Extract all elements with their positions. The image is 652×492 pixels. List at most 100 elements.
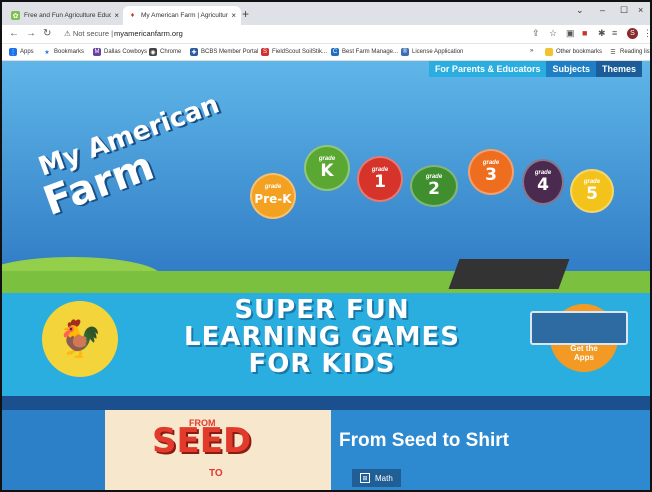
address-bar-row: ← → ↻ ⚠ Not secure | myamericanfarm.org … (2, 25, 650, 44)
reading-mode-icon[interactable]: ≡ (612, 28, 617, 38)
grade-label: K (320, 161, 334, 181)
reload-icon[interactable]: ↻ (43, 28, 51, 39)
tab-free-agriculture[interactable]: ✿ Free and Fun Agriculture Educat × (6, 6, 124, 25)
star-icon: ★ (44, 49, 50, 56)
bookmark-label: BCBS Member Portal (201, 49, 259, 55)
apps-line-2: Apps (574, 353, 594, 362)
tab-close-icon[interactable]: × (231, 11, 236, 20)
other-bookmarks[interactable]: Other bookmarks (545, 48, 602, 56)
maximize-button[interactable]: ☐ (620, 5, 628, 16)
tab-strip: ✿ Free and Fun Agriculture Educat × ♦ My… (2, 2, 650, 25)
bookmark-label: FieldScout SoilStik... (272, 49, 328, 55)
grade-label: Pre-K (254, 192, 292, 206)
browser-window: ✿ Free and Fun Agriculture Educat × ♦ My… (0, 0, 652, 492)
bookmarks-overflow[interactable]: » (530, 48, 533, 54)
apps-line-1: Get the (570, 344, 598, 353)
reading-list-icon: ☰ (610, 49, 616, 56)
art-seed-label: SEED (152, 421, 252, 461)
bfm-icon: C (331, 48, 339, 56)
share-icon[interactable]: ⇪ (532, 28, 540, 39)
tab-title: My American Farm | Agricultural (141, 12, 229, 19)
bookmarks-bar: ⋮ Apps ★ Bookmarks M Dallas Cowboys ◉ Chrome… (2, 44, 650, 61)
promo-line-3: FOR KIDS (248, 349, 396, 379)
security-indicator[interactable]: ⚠ Not secure | (64, 29, 113, 38)
url-field[interactable]: myamericanfarm.org (114, 29, 183, 38)
bookmark-best-farm[interactable]: C Best Farm Manage... (331, 48, 398, 56)
grade-prek-button[interactable]: grade Pre-K (250, 173, 296, 219)
grade-label: 3 (485, 165, 497, 185)
math-subject-tag[interactable]: ⊞ Math (352, 469, 401, 487)
promo-line-1: SUPER FUN (234, 295, 410, 325)
pdf-extension-icon[interactable]: ■ (582, 28, 587, 38)
grade-label: 4 (537, 175, 549, 195)
grade-2-button[interactable]: grade 2 (410, 165, 458, 207)
subject-label: Math (375, 473, 393, 483)
bookmark-apps[interactable]: ⋮ Apps (9, 48, 34, 56)
bookmark-label: Bookmarks (54, 49, 85, 55)
bookmark-label: Chrome (160, 49, 182, 55)
chrome-icon: ◉ (149, 48, 157, 56)
app-screenshots-image (530, 311, 628, 345)
folder-icon (545, 48, 553, 56)
tab-close-icon[interactable]: × (114, 11, 119, 20)
calculator-icon: ⊞ (360, 473, 370, 483)
site-nav: For Parents & Educators Subjects Themes (428, 61, 642, 77)
reading-list[interactable]: ☰ Reading list (609, 48, 652, 56)
extension-icon[interactable]: ▣ (566, 28, 575, 39)
bookmark-chrome[interactable]: ◉ Chrome (149, 48, 181, 56)
tab-my-american-farm[interactable]: ♦ My American Farm | Agricultural × (123, 6, 241, 25)
tab-search-icon[interactable]: ⌄ (576, 5, 584, 16)
bookmark-bookmarks[interactable]: ★ Bookmarks (43, 48, 84, 56)
leaf-icon: ✿ (11, 11, 20, 20)
barn-roof (448, 259, 570, 289)
grade-3-button[interactable]: grade 3 (468, 149, 514, 195)
bookmark-fieldscout[interactable]: S FieldScout SoilStik... (261, 48, 327, 56)
bookmark-label: Other bookmarks (556, 49, 603, 55)
promo-line-2: LEARNING GAMES (184, 322, 460, 352)
hero-banner: For Parents & Educators Subjects Themes … (2, 61, 650, 297)
apps-grid-icon: ⋮ (9, 48, 17, 56)
grade-1-button[interactable]: grade 1 (357, 156, 403, 202)
security-label: Not secure (72, 29, 110, 38)
minimize-button[interactable]: – (600, 5, 605, 15)
nav-themes[interactable]: Themes (595, 61, 642, 77)
bookmark-label: Best Farm Manage... (342, 49, 399, 55)
grade-label: 1 (374, 172, 386, 192)
bookmark-dallas-cowboys[interactable]: M Dallas Cowboys (93, 48, 147, 56)
bookmark-label: Apps (20, 49, 34, 55)
bookmark-license[interactable]: ® License Application (401, 48, 463, 56)
grade-4-button[interactable]: grade 4 (522, 159, 564, 205)
bookmark-bcbs[interactable]: ✚ BCBS Member Portal (190, 48, 258, 56)
bookmark-label: Reading list (620, 49, 652, 55)
profile-avatar[interactable]: S (627, 28, 638, 39)
tab-title: Free and Fun Agriculture Educat (24, 12, 112, 19)
grade-k-button[interactable]: grade K (304, 145, 350, 191)
divider-stripe (2, 396, 650, 410)
menu-icon[interactable]: ⋮ (643, 28, 650, 39)
page-content: For Parents & Educators Subjects Themes … (2, 61, 650, 490)
promo-heading: SUPER FUN LEARNING GAMES FOR KIDS (152, 297, 492, 378)
fieldscout-icon: S (261, 48, 269, 56)
cowboys-icon: M (93, 48, 101, 56)
bcbs-icon: ✚ (190, 48, 198, 56)
close-window-button[interactable]: × (638, 5, 643, 15)
art-to-label: TO (209, 468, 223, 479)
logo-american: American (83, 89, 224, 165)
new-tab-button[interactable]: + (242, 7, 249, 21)
bookmark-label: Dallas Cowboys (104, 49, 148, 55)
rooster-icon: 🐓 (42, 301, 118, 377)
nav-subjects[interactable]: Subjects (546, 61, 596, 77)
back-icon[interactable]: ← (9, 28, 19, 39)
feature-title[interactable]: From Seed to Shirt (339, 430, 509, 452)
overflow-label: » (530, 48, 534, 54)
grade-5-button[interactable]: grade 5 (570, 169, 614, 213)
grade-label: 2 (428, 179, 440, 199)
forward-icon[interactable]: → (26, 28, 36, 39)
grade-label: 5 (586, 184, 598, 204)
bookmark-label: License Application (412, 49, 464, 55)
bookmark-star-icon[interactable]: ☆ (549, 28, 557, 39)
nav-parents-educators[interactable]: For Parents & Educators (428, 61, 547, 77)
farm-icon: ♦ (130, 12, 135, 19)
license-icon: ® (401, 48, 409, 56)
puzzle-icon[interactable]: ✱ (598, 28, 606, 39)
